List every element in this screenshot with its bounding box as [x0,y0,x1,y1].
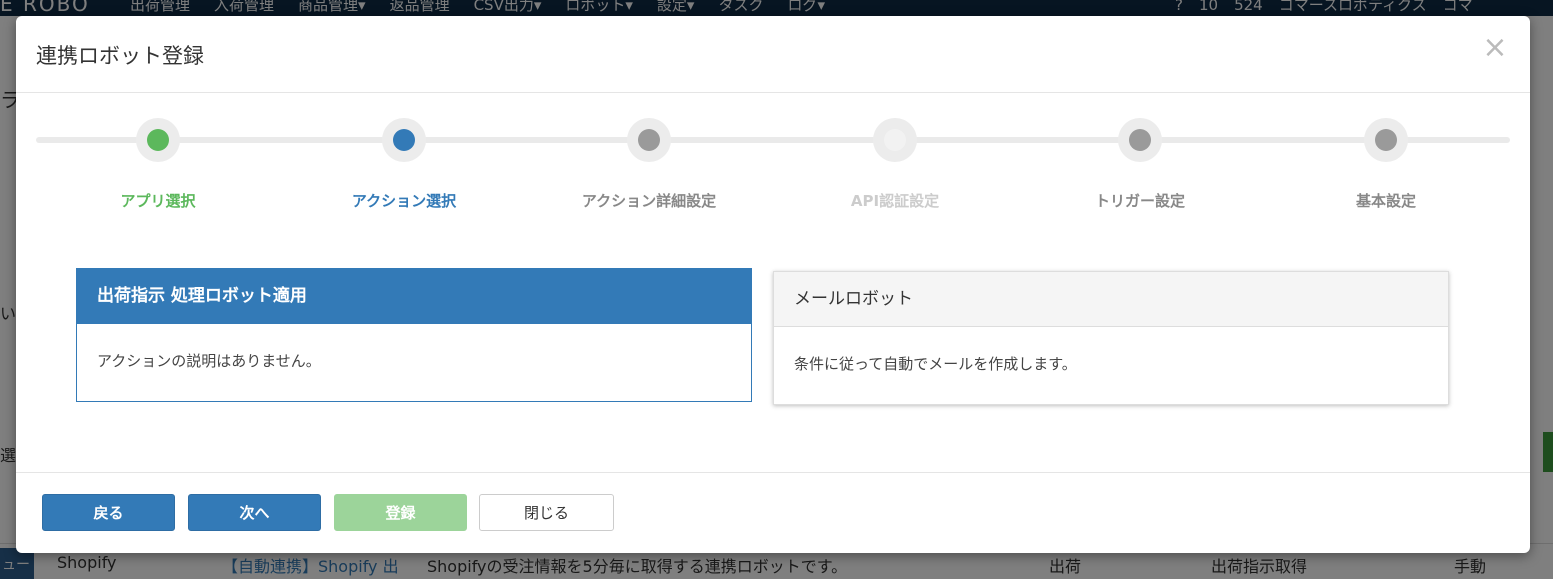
step-label: 基本設定 [1355,192,1416,210]
modal-header: 連携ロボット登録 × [16,16,1530,93]
robot-registration-modal: 連携ロボット登録 × アプリ選択 アクション選択 アクション詳細設定 API認証… [16,16,1530,553]
next-button[interactable]: 次へ [188,494,321,531]
step-ring [136,118,180,162]
step-ring [627,118,671,162]
step-label: アクション詳細設定 [581,192,717,210]
step-ring [1364,118,1408,162]
back-button[interactable]: 戻る [42,494,175,531]
action-card-mail[interactable]: メールロボット 条件に従って自動でメールを作成します。 [773,271,1449,405]
action-card-title: メールロボット [774,272,1448,327]
wizard-stepper: アプリ選択 アクション選択 アクション詳細設定 API認証設定 トリガー設定 基… [36,116,1510,236]
step-label: トリガー設定 [1094,192,1185,210]
action-card-description: 条件に従って自動でメールを作成します。 [794,355,1077,373]
modal-title: 連携ロボット登録 [36,44,204,68]
step-label: アクション選択 [351,192,457,210]
step-dot [1129,129,1151,151]
action-card-title: 出荷指示 処理ロボット適用 [77,269,751,324]
register-button[interactable]: 登録 [334,494,467,531]
step-ring [382,118,426,162]
step-label: API認証設定 [850,192,940,210]
close-button[interactable]: 閉じる [479,494,614,531]
step-ring [1118,118,1162,162]
step-dot [147,129,169,151]
step-dot [884,129,906,151]
step-dot [1375,129,1397,151]
step-dot [638,129,660,151]
step-label: アプリ選択 [120,192,196,210]
step-dot [393,129,415,151]
action-card-description: アクションの説明はありません。 [97,352,321,370]
close-icon[interactable]: × [1482,33,1508,63]
stepper-track [36,137,1510,143]
step-ring [873,118,917,162]
action-card-shipping[interactable]: 出荷指示 処理ロボット適用 アクションの説明はありません。 [76,268,752,402]
modal-footer: 戻る 次へ 登録 閉じる [16,472,1530,554]
